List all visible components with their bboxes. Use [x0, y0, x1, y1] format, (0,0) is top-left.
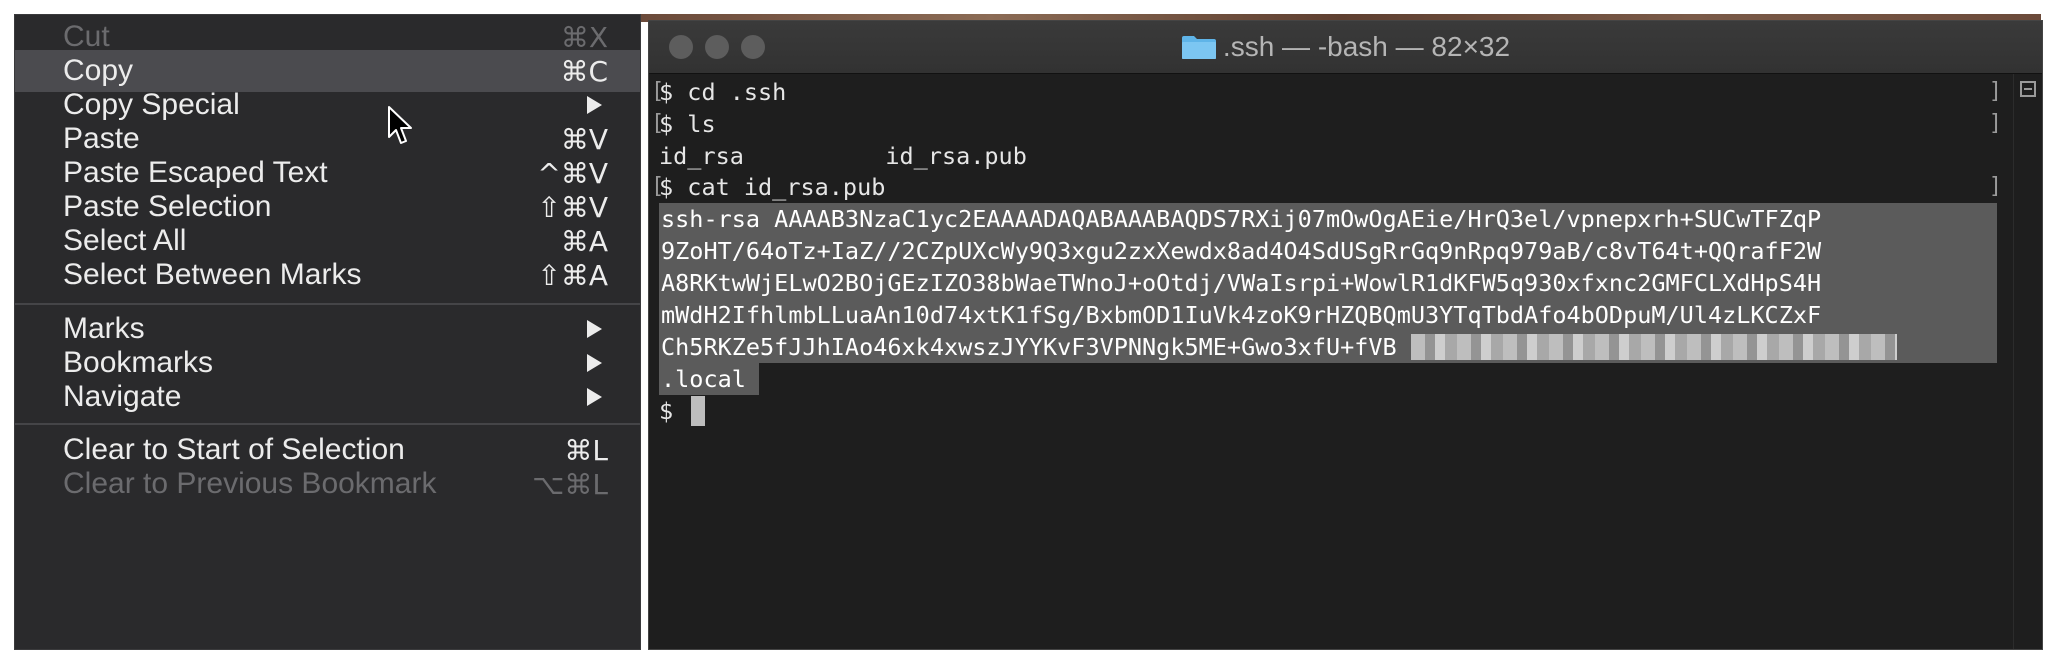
menu-shortcut: ⌘L	[564, 433, 608, 467]
mark-indicator: ]	[1988, 79, 2002, 104]
terminal-screen[interactable]: [ ] [ ] [ ] $ cd .ssh $ ls id_rsa id_rsa…	[649, 74, 2042, 649]
terminal-line: $ ls	[659, 110, 716, 138]
menu-item-select-between-marks[interactable]: Select Between Marks ⇧⌘A	[15, 254, 640, 296]
menu-shortcut: ⌘A	[560, 224, 608, 258]
menu-item-label: Select Between Marks	[63, 258, 362, 291]
terminal-window[interactable]: .ssh — -bash — 82×32 [ ] [ ] [ ] $ cd .s…	[648, 20, 2043, 650]
terminal-line: $ cd .ssh	[659, 78, 787, 106]
menu-separator	[15, 423, 640, 425]
menu-shortcut: ⇧⌘V	[537, 190, 608, 224]
edit-context-menu: Cut ⌘X Copy ⌘C Copy Special Paste ⌘V Pas…	[14, 14, 641, 650]
menu-item-navigate[interactable]: Navigate	[15, 376, 640, 418]
mark-indicator: ]	[1988, 111, 2002, 136]
key-line: A8RKtwWjELwO2BOjGEzIZO38bWaeTWnoJ+oOtdj/…	[661, 269, 1822, 297]
menu-shortcut: ⌘X	[560, 20, 608, 54]
menu-item-label: Clear to Previous Bookmark	[63, 467, 437, 500]
menu-shortcut: ⇧⌘A	[537, 258, 608, 292]
terminal-line: id_rsa id_rsa.pub	[659, 142, 1027, 170]
folder-icon	[1181, 36, 1216, 59]
screenshot: Cut ⌘X Copy ⌘C Copy Special Paste ⌘V Pas…	[0, 0, 2056, 666]
menu-separator	[15, 303, 640, 305]
menu-shortcut: ⌘C	[560, 54, 608, 88]
menu-item-label: Clear to Start of Selection	[63, 433, 405, 466]
title-bar[interactable]: .ssh — -bash — 82×32	[649, 21, 2042, 74]
window-title: .ssh — -bash — 82×32	[649, 31, 2042, 63]
menu-item-label: Bookmarks	[63, 346, 214, 379]
menu-item-label: Select All	[63, 224, 187, 257]
key-line: mWdH2IfhlmbLLuaAn10d74xtK1fSg/BxbmOD1IuV…	[661, 301, 1822, 329]
menu-item-label: Cut	[63, 20, 110, 53]
menu-shortcut: ^⌘V	[537, 156, 608, 190]
submenu-arrow-icon	[587, 388, 602, 406]
menu-item-label: Navigate	[63, 380, 182, 413]
menu-item-label: Paste Escaped Text	[63, 156, 328, 189]
key-line: .local	[661, 365, 746, 393]
mouse-pointer-icon	[388, 106, 412, 144]
submenu-arrow-icon	[587, 354, 602, 372]
menu-item-label: Copy Special	[63, 88, 240, 121]
redacted-text	[1410, 334, 1897, 360]
menu-item-clear-to-previous-bookmark: Clear to Previous Bookmark ⌥⌘L	[15, 463, 640, 505]
key-line: 9ZoHT/64oTz+IaZ//2CZpUXcWy9Q3xgu2zxXewdx…	[661, 237, 1822, 265]
text-cursor	[691, 396, 705, 426]
key-line: Ch5RKZe5fJJhIAo46xk4xwszJYYKvF3VPNNgk5ME…	[661, 331, 1897, 363]
split-pane-icon[interactable]	[2020, 81, 2036, 97]
terminal-line: $ cat id_rsa.pub	[659, 173, 886, 201]
menu-item-label: Paste	[63, 122, 140, 155]
window-title-text: .ssh — -bash — 82×32	[1222, 31, 1511, 62]
menu-item-label: Marks	[63, 312, 145, 345]
menu-item-label: Paste Selection	[63, 190, 272, 223]
menu-shortcut: ⌥⌘L	[532, 467, 608, 501]
submenu-arrow-icon	[587, 96, 602, 114]
scrollbar[interactable]	[2013, 74, 2042, 649]
menu-item-label: Copy	[63, 54, 134, 87]
mark-indicator: ]	[1988, 174, 2002, 199]
prompt-line: $	[659, 397, 688, 425]
submenu-arrow-icon	[587, 320, 602, 338]
key-line-text: Ch5RKZe5fJJhIAo46xk4xwszJYYKvF3VPNNgk5ME…	[661, 333, 1397, 361]
menu-shortcut: ⌘V	[560, 122, 608, 156]
key-line: ssh-rsa AAAAB3NzaC1yc2EAAAADAQABAAABAQDS…	[661, 205, 1822, 233]
